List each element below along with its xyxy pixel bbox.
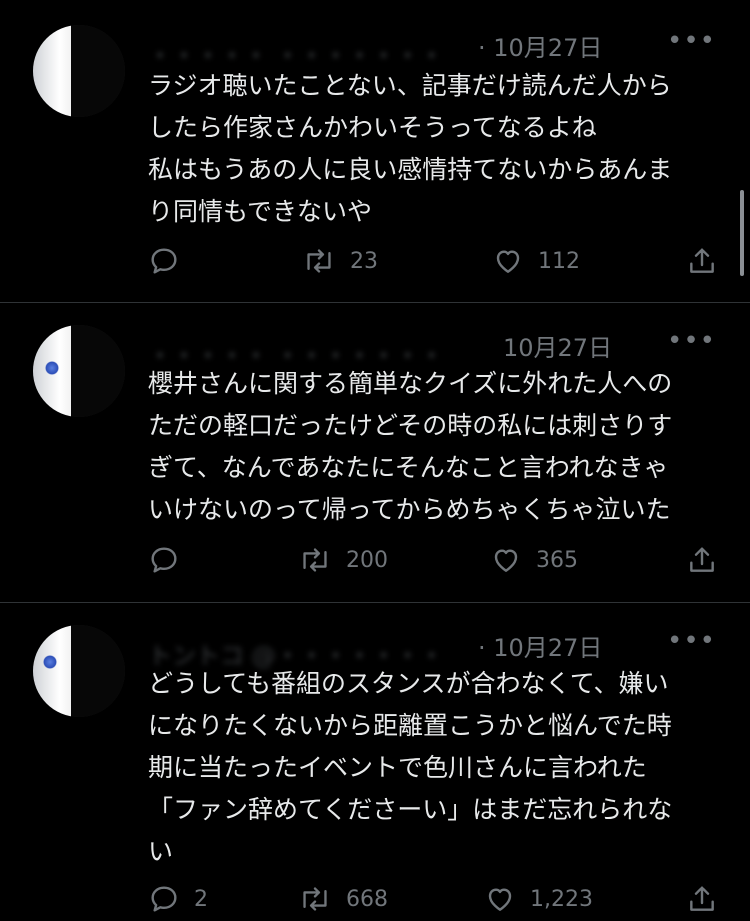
author-name-blurred[interactable]: ・・・・・ ・・・・・・・: [148, 336, 444, 370]
retweet-icon: [303, 548, 327, 572]
tweet-text-line: り同情もできないや: [148, 197, 373, 226]
tweet-text-line: どうしても番組のスタンスが合わなくて、嫌い: [148, 669, 669, 698]
avatar-light-area: [33, 25, 71, 117]
avatar-dark-area: [71, 625, 125, 717]
tweet-actions: 200 365: [148, 540, 720, 580]
tweet-text-line: い: [148, 837, 174, 866]
heart-icon: [488, 888, 512, 911]
tweet-header: ・・・・・ ・・・・・・・ 10月27日 •••: [148, 326, 722, 370]
tweet-divider: [0, 302, 750, 303]
share-icon: [690, 547, 714, 572]
retweet-count: 23: [350, 248, 378, 274]
tweet-text-line: 「ファン辞めてくださーい」はまだ忘れられな: [148, 795, 673, 824]
more-options-icon[interactable]: •••: [667, 626, 716, 656]
reply-button[interactable]: [148, 540, 194, 580]
like-button[interactable]: 1,223: [484, 879, 593, 919]
tweet-divider: [0, 602, 750, 603]
tweet-text-line: ぎて、なんであなたにそんなこと言われなきゃ: [148, 453, 669, 482]
avatar-blue-detail: [45, 361, 59, 375]
tweet-date[interactable]: · 10月27日: [478, 628, 602, 663]
tweet-actions: 23 112: [148, 241, 720, 281]
tweet-text-line: ラジオ聴いたことない、記事だけ読んだ人から: [148, 71, 672, 100]
reply-icon: [151, 248, 177, 274]
tweet-header: トントコ @・・・・・・・ · 10月27日 •••: [148, 626, 722, 670]
retweet-icon: [307, 249, 331, 273]
tweet-text-line: 私はもうあの人に良い感情持てないからあんま: [148, 155, 673, 184]
avatar-light-area: [33, 625, 71, 717]
like-count: 1,223: [530, 886, 593, 912]
avatar[interactable]: [33, 25, 125, 117]
retweet-button[interactable]: 23: [302, 241, 378, 281]
tweet-text-line: したら作家さんかわいそうってなるよね: [148, 113, 597, 142]
share-icon: [690, 248, 714, 273]
share-button[interactable]: [686, 879, 718, 919]
avatar[interactable]: [33, 625, 125, 717]
author-name-blurred[interactable]: トントコ @・・・・・・・: [148, 636, 444, 670]
reply-button[interactable]: [148, 241, 194, 281]
heart-icon: [496, 250, 520, 273]
reply-count: 2: [194, 886, 208, 912]
reply-icon: [151, 547, 177, 573]
tweet-text-line: 期に当たったイベントで色川さんに言われた: [148, 753, 647, 782]
tweet-date[interactable]: 10月27日: [503, 328, 612, 363]
tweet-text-line: ただの軽口だったけどその時の私には刺さりす: [148, 411, 673, 440]
tweet-text: 櫻井さんに関する簡単なクイズに外れた人への ただの軽口だったけどその時の私には刺…: [148, 363, 718, 531]
reply-icon: [151, 886, 177, 912]
like-button[interactable]: 365: [490, 540, 578, 580]
more-options-icon[interactable]: •••: [667, 26, 716, 56]
retweet-button[interactable]: 200: [298, 540, 388, 580]
heart-icon: [494, 549, 518, 572]
share-icon: [690, 886, 714, 911]
like-button[interactable]: 112: [492, 241, 580, 281]
reply-button[interactable]: 2: [148, 879, 208, 919]
retweet-button[interactable]: 668: [298, 879, 388, 919]
tweet-text: どうしても番組のスタンスが合わなくて、嫌い になりたくないから距離置こうかと悩ん…: [148, 663, 718, 873]
avatar-blue-detail: [43, 655, 57, 669]
avatar-dark-area: [71, 25, 125, 117]
tweet-text-line: いけないのって帰ってからめちゃくちゃ泣いた: [148, 495, 671, 524]
tweet-text: ラジオ聴いたことない、記事だけ読んだ人から したら作家さんかわいそうってなるよね…: [148, 65, 718, 233]
more-options-icon[interactable]: •••: [667, 326, 716, 356]
tweet-text-line: になりたくないから距離置こうかと悩んでた時: [148, 711, 672, 740]
share-button[interactable]: [686, 540, 718, 580]
author-name-blurred[interactable]: ・・・・・ ・・・・・・・: [148, 36, 444, 70]
retweet-count: 668: [346, 886, 388, 912]
tweet-date[interactable]: · 10月27日: [478, 28, 602, 63]
like-count: 365: [536, 547, 578, 573]
tweet-text-line: 櫻井さんに関する簡単なクイズに外れた人への: [148, 369, 673, 398]
retweet-icon: [303, 887, 327, 911]
tweet-header: ・・・・・ ・・・・・・・ · 10月27日 •••: [148, 26, 722, 70]
scrollbar[interactable]: [740, 190, 744, 276]
tweet-actions: 2 668 1,223: [148, 879, 720, 919]
share-button[interactable]: [686, 241, 718, 281]
avatar-dark-area: [71, 325, 125, 417]
avatar[interactable]: [33, 325, 125, 417]
retweet-count: 200: [346, 547, 388, 573]
like-count: 112: [538, 248, 580, 274]
